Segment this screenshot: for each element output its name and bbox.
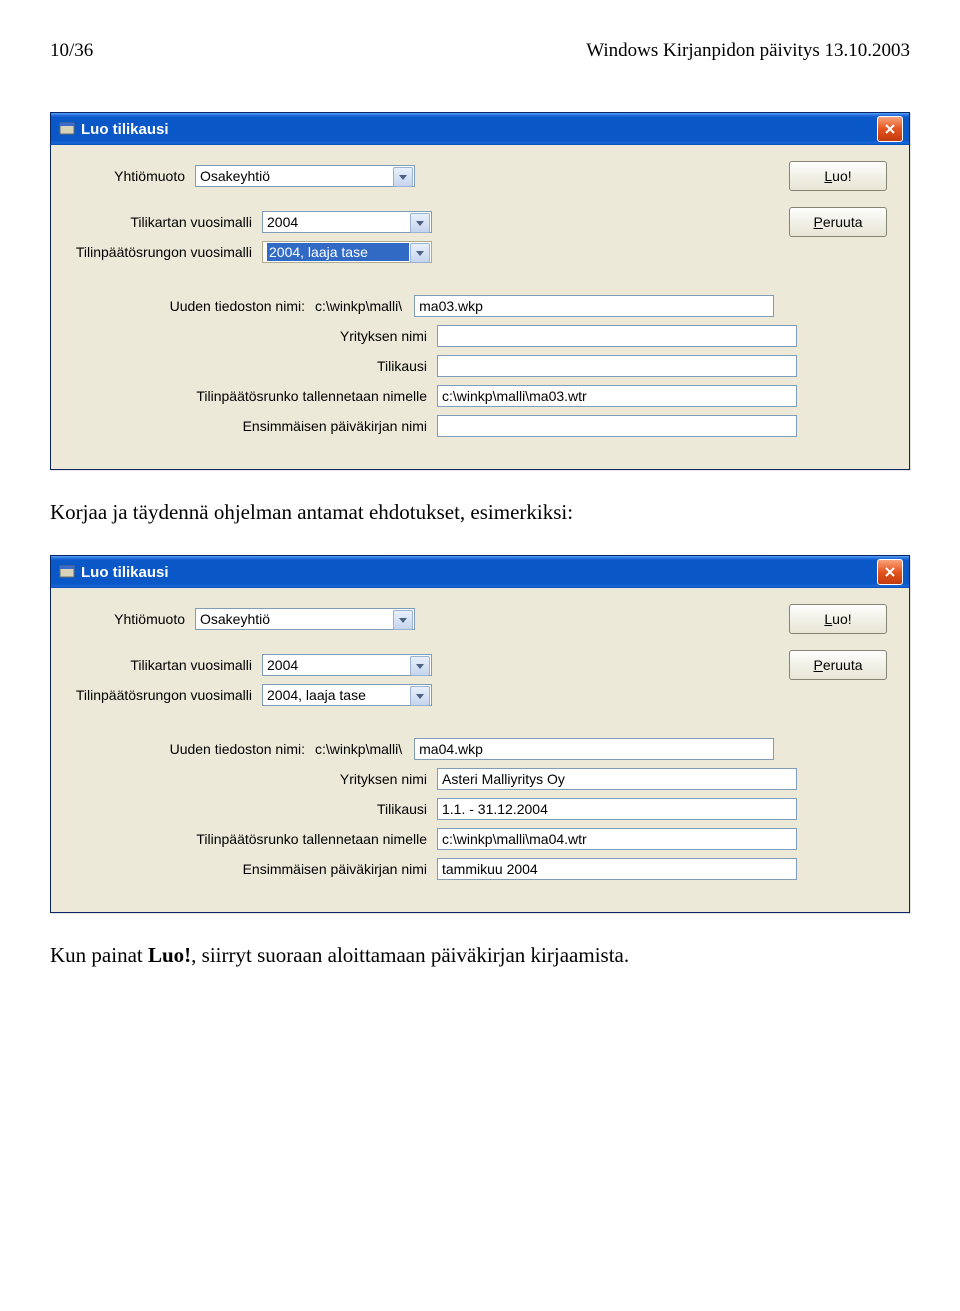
cancel-button[interactable]: Peruuta bbox=[789, 650, 887, 680]
input-tilikausi[interactable]: 1.1. - 31.12.2004 bbox=[437, 798, 797, 820]
window-luo-tilikausi-2: Luo tilikausi Luo! Peruuta Yhtiömuoto Os… bbox=[50, 555, 910, 913]
combo-yhtiomuoto[interactable]: Osakeyhtiö bbox=[195, 165, 415, 187]
window-title: Luo tilikausi bbox=[81, 121, 169, 138]
combo-yhtiomuoto[interactable]: Osakeyhtiö bbox=[195, 608, 415, 630]
input-yritys[interactable]: Asteri Malliyritys Oy bbox=[437, 768, 797, 790]
label-yritys: Yrityksen nimi bbox=[67, 328, 437, 344]
chevron-down-icon bbox=[410, 686, 430, 706]
label-uusi: Uuden tiedoston nimi: bbox=[67, 741, 315, 757]
titlebar[interactable]: Luo tilikausi bbox=[51, 113, 909, 145]
input-runko[interactable]: c:\winkp\malli\ma03.wtr bbox=[437, 385, 797, 407]
input-runko[interactable]: c:\winkp\malli\ma04.wtr bbox=[437, 828, 797, 850]
label-tilikausi: Tilikausi bbox=[67, 358, 437, 374]
cancel-button[interactable]: Peruuta bbox=[789, 207, 887, 237]
app-icon bbox=[59, 121, 75, 137]
input-yritys[interactable] bbox=[437, 325, 797, 347]
label-path: c:\winkp\malli\ bbox=[315, 298, 414, 314]
label-tilikausi: Tilikausi bbox=[67, 801, 437, 817]
label-runko: Tilinpäätösrunko tallennetaan nimelle bbox=[67, 831, 437, 847]
chevron-down-icon bbox=[410, 213, 430, 233]
input-ens[interactable] bbox=[437, 415, 797, 437]
page-header: 10/36 Windows Kirjanpidon päivitys 13.10… bbox=[50, 40, 910, 62]
input-ens[interactable]: tammikuu 2004 bbox=[437, 858, 797, 880]
label-yritys: Yrityksen nimi bbox=[67, 771, 437, 787]
chevron-down-icon bbox=[393, 610, 413, 630]
label-yhtiomuoto: Yhtiömuoto bbox=[67, 611, 195, 627]
window-luo-tilikausi-1: Luo tilikausi Luo! Peruuta Yhtiömuoto Os… bbox=[50, 112, 910, 470]
label-path: c:\winkp\malli\ bbox=[315, 741, 414, 757]
combo-tilikartta[interactable]: 2004 bbox=[262, 211, 432, 233]
input-filename[interactable]: ma03.wkp bbox=[414, 295, 774, 317]
close-button[interactable] bbox=[877, 559, 903, 585]
label-tilikartta: Tilikartan vuosimalli bbox=[67, 657, 262, 673]
app-icon bbox=[59, 564, 75, 580]
label-tilikartta: Tilikartan vuosimalli bbox=[67, 214, 262, 230]
page-number: 10/36 bbox=[50, 40, 93, 62]
label-uusi: Uuden tiedoston nimi: bbox=[67, 298, 315, 314]
combo-tilikartta[interactable]: 2004 bbox=[262, 654, 432, 676]
document-title: Windows Kirjanpidon päivitys 13.10.2003 bbox=[586, 40, 910, 62]
create-button[interactable]: Luo! bbox=[789, 604, 887, 634]
label-yhtiomuoto: Yhtiömuoto bbox=[67, 168, 195, 184]
label-tilinpaatos: Tilinpäätösrungon vuosimalli bbox=[67, 244, 262, 260]
window-title: Luo tilikausi bbox=[81, 564, 169, 581]
combo-tilinpaatos[interactable]: 2004, laaja tase bbox=[262, 684, 432, 706]
chevron-down-icon bbox=[393, 167, 413, 187]
titlebar[interactable]: Luo tilikausi bbox=[51, 556, 909, 588]
close-button[interactable] bbox=[877, 116, 903, 142]
label-ens: Ensimmäisen päiväkirjan nimi bbox=[67, 418, 437, 434]
chevron-down-icon bbox=[410, 656, 430, 676]
combo-tilinpaatos[interactable]: 2004, laaja tase bbox=[262, 241, 432, 263]
create-button[interactable]: Luo! bbox=[789, 161, 887, 191]
input-filename[interactable]: ma04.wkp bbox=[414, 738, 774, 760]
label-runko: Tilinpäätösrunko tallennetaan nimelle bbox=[67, 388, 437, 404]
input-tilikausi[interactable] bbox=[437, 355, 797, 377]
chevron-down-icon bbox=[410, 243, 430, 263]
body-text-2: Kun painat Luo!, siirryt suoraan aloitta… bbox=[50, 943, 910, 968]
body-text-1: Korjaa ja täydennä ohjelman antamat ehdo… bbox=[50, 500, 910, 525]
label-tilinpaatos: Tilinpäätösrungon vuosimalli bbox=[67, 687, 262, 703]
label-ens: Ensimmäisen päiväkirjan nimi bbox=[67, 861, 437, 877]
